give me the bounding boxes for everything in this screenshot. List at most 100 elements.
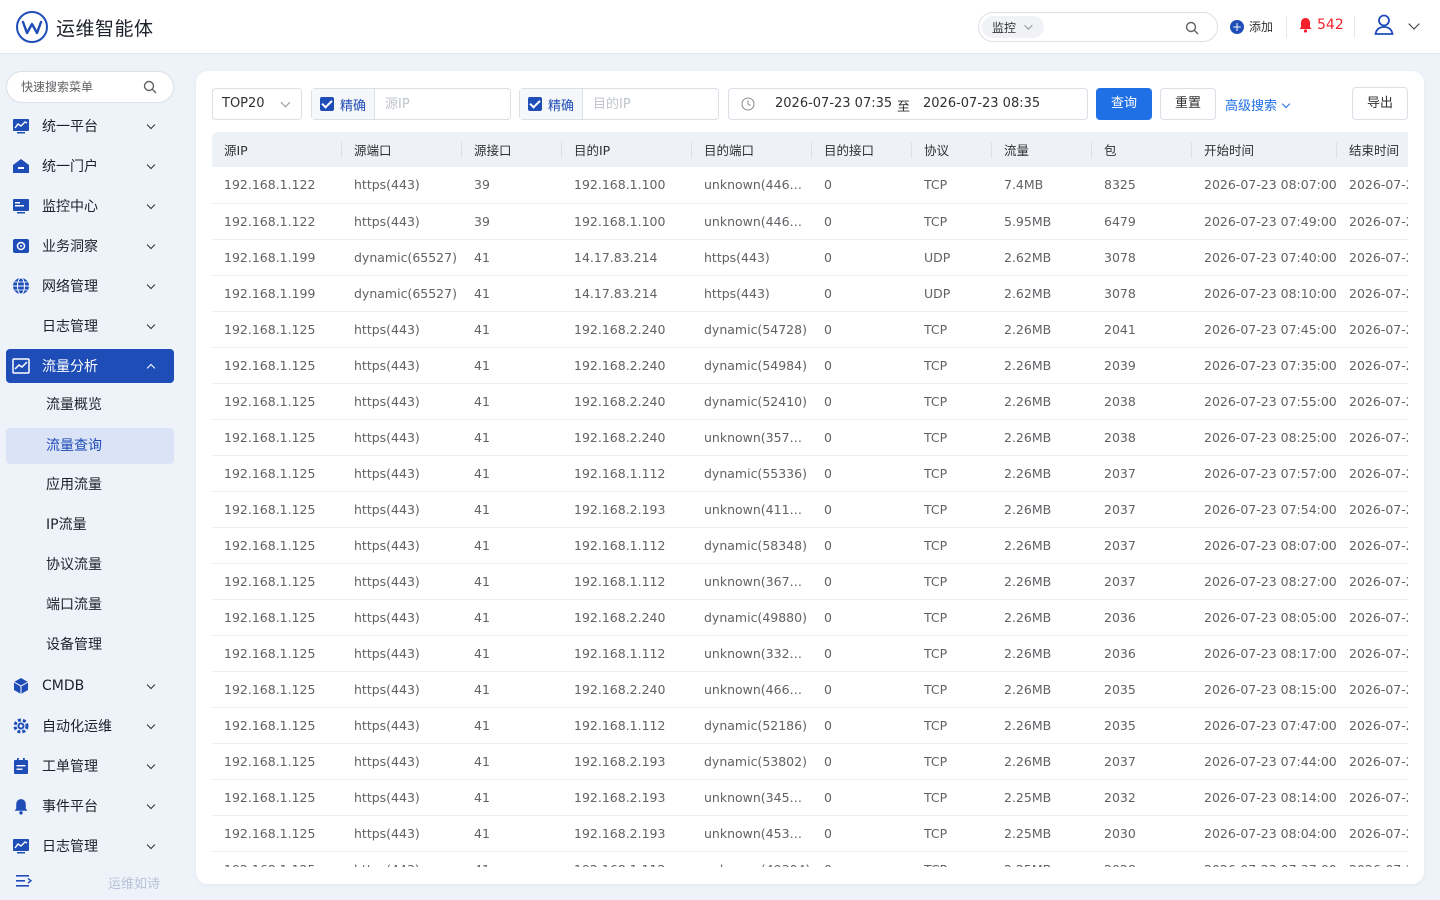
src-ip-input[interactable] — [375, 96, 496, 112]
query-button[interactable]: 查询 — [1096, 88, 1152, 120]
sidebar-item-network-management[interactable]: 网络管理 — [6, 269, 174, 303]
sidebar-subitem-protocol-traffic[interactable]: 协议流量 — [6, 547, 174, 583]
user-menu-chevron-icon[interactable] — [1408, 18, 1420, 30]
table-row[interactable]: 192.168.1.122 https(443) 39 192.168.1.100 un… — [212, 203, 1408, 239]
sidebar-item-log-management[interactable]: 日志管理 — [6, 309, 174, 343]
table-cell: 41 — [474, 825, 490, 841]
column-header[interactable]: 结束时间 — [1337, 132, 1408, 167]
table-row[interactable]: 192.168.1.125 https(443) 41 192.168.2.193 un… — [212, 779, 1408, 815]
global-search[interactable]: 监控 — [978, 12, 1218, 42]
table-row[interactable]: 192.168.1.125 https(443) 41 192.168.1.112 dy… — [212, 707, 1408, 743]
search-icon[interactable] — [1185, 21, 1199, 35]
table-cell: 41 — [474, 609, 490, 625]
table-row[interactable]: 192.168.1.122 https(443) 39 192.168.1.100 un… — [212, 167, 1408, 203]
table-cell: 192.168.2.193 — [574, 825, 666, 841]
top-header: 运维智能体 监控 + 添加 542 — [0, 0, 1440, 54]
table-row[interactable]: 192.168.1.125https(443)41192.168.1.112un… — [212, 563, 1408, 599]
sidebar-subitem-ip-traffic[interactable]: IP流量 — [6, 507, 174, 543]
flow-table-container[interactable]: 源IP 源端口 源接口 目的IP 目的端口 目的接口 协议 流量包开始时间 结束时间 192.1… — [212, 132, 1408, 867]
table-row[interactable]: 192.168.1.125 https(443) 41 192.168.2.240 dy… — [212, 599, 1408, 635]
sidebar-subitem-traffic-overview[interactable]: 流量概览 — [6, 387, 174, 423]
export-button[interactable]: 导出 — [1352, 87, 1408, 120]
search-scope-select[interactable]: 监控 — [982, 16, 1044, 38]
dst-ip-input[interactable] — [583, 96, 704, 112]
start-time[interactable]: 2026-07-23 07:35 — [775, 96, 892, 111]
advanced-search-toggle[interactable]: 高级搜索 — [1225, 95, 1291, 114]
table-cell: 192.168.2.193 — [574, 501, 666, 517]
sidebar-item-log-management-2[interactable]: 日志管理 — [6, 829, 174, 863]
sidebar-item-automation-ops[interactable]: 自动化运维 — [6, 709, 174, 743]
table-cell: 2037 — [1104, 501, 1136, 517]
column-header[interactable]: 源端口 — [342, 132, 462, 167]
table-row[interactable]: 192.168.1.125 https(443) 41 192.168.2.193 dy… — [212, 743, 1408, 779]
user-avatar-icon[interactable] — [1374, 14, 1394, 36]
table-cell: 8325 — [1104, 177, 1136, 193]
table-cell: 192.168.2.193 — [574, 753, 666, 769]
table-row[interactable]: 192.168.1.125 https(443) 41 192.168.2.240 dy… — [212, 311, 1408, 347]
table-cell: https(443) — [354, 177, 420, 193]
table-cell: 2026-07-2 — [1349, 789, 1408, 805]
sidebar-item-business-insight[interactable]: 业务洞察 — [6, 229, 174, 263]
menu-search-input[interactable]: 快速搜索菜单 — [6, 71, 174, 103]
column-header[interactable]: 流量 — [992, 132, 1092, 167]
src-exact-checkbox[interactable]: 精确 — [312, 89, 376, 119]
table-row[interactable]: 192.168.1.199 dynamic(65527) 41 14.17.83.21… — [212, 239, 1408, 275]
table-cell: 2026-07-23 08:27:00 — [1204, 573, 1337, 589]
table-cell: 192.168.1.125 — [224, 753, 316, 769]
column-header[interactable]: 目的IP — [562, 132, 692, 167]
table-cell: https(443) — [354, 825, 420, 841]
table-row[interactable]: 192.168.1.125 https(443) 41 192.168.2.240 dy… — [212, 383, 1408, 419]
column-header[interactable]: 目的端口 — [692, 132, 812, 167]
sidebar-item-cmdb[interactable]: CMDB — [6, 669, 174, 703]
column-header[interactable]: 源接口 — [462, 132, 562, 167]
alert-button[interactable]: 542 — [1298, 17, 1344, 33]
table-cell: 2.62MB — [1004, 249, 1052, 265]
sidebar-item-ticket-management[interactable]: 工单管理 — [6, 749, 174, 783]
column-header[interactable]: 源IP — [212, 132, 342, 167]
table-cell: dynamic(52186) — [704, 717, 807, 733]
column-header[interactable]: 包 — [1092, 132, 1192, 167]
table-row[interactable]: 192.168.1.125 https(443) 41 192.168.2.193 un… — [212, 815, 1408, 851]
column-header[interactable]: 目的接口 — [812, 132, 912, 167]
sidebar-subitem-traffic-query[interactable]: 流量查询 — [6, 428, 174, 464]
globe-icon — [12, 277, 30, 295]
sidebar-item-label: CMDB — [42, 678, 85, 694]
table-cell: 2.26MB — [1004, 429, 1052, 445]
sidebar-item-traffic-analysis[interactable]: 流量分析 — [6, 349, 174, 383]
chevron-down-icon — [146, 120, 156, 130]
table-row[interactable]: 192.168.1.125https(443)41192.168.1.112un… — [212, 851, 1408, 868]
reset-button[interactable]: 重置 — [1160, 88, 1216, 120]
column-header[interactable]: 开始时间 — [1192, 132, 1337, 167]
table-row[interactable]: 192.168.1.125 https(443) 41 192.168.2.240 un… — [212, 419, 1408, 455]
table-row[interactable]: 192.168.1.125https(443)41192.168.1.112un… — [212, 635, 1408, 671]
column-header[interactable]: 协议 — [912, 132, 992, 167]
search-icon[interactable] — [143, 80, 157, 94]
table-row[interactable]: 192.168.1.125 https(443) 41 192.168.1.112 dy… — [212, 455, 1408, 491]
sidebar-item-unified-portal[interactable]: 统一门户 — [6, 149, 174, 183]
table-cell: https(443) — [354, 465, 420, 481]
app-logo[interactable] — [16, 11, 48, 43]
sidebar-item-unified-platform[interactable]: 统一平台 — [6, 109, 174, 143]
table-cell: TCP — [924, 681, 948, 697]
date-range-picker[interactable]: 2026-07-23 07:35 至 2026-07-23 08:35 — [728, 88, 1088, 120]
table-cell: TCP — [924, 717, 948, 733]
sidebar-item-monitor-center[interactable]: 监控中心 — [6, 189, 174, 223]
table-row[interactable]: 192.168.1.125 https(443) 41 192.168.1.112 dy… — [212, 527, 1408, 563]
end-time[interactable]: 2026-07-23 08:35 — [923, 96, 1040, 111]
table-cell: 2036 — [1104, 609, 1136, 625]
table-row[interactable]: 192.168.1.199 dynamic(65527) 41 14.17.83.21… — [212, 275, 1408, 311]
sidebar-subitem-app-traffic[interactable]: 应用流量 — [6, 467, 174, 503]
table-cell: 2026-07-2 — [1349, 609, 1408, 625]
dst-exact-checkbox[interactable]: 精确 — [520, 89, 584, 119]
collapse-menu-icon[interactable] — [16, 874, 32, 888]
table-row[interactable]: 192.168.1.125 https(443) 41 192.168.2.193 un… — [212, 491, 1408, 527]
table-row[interactable]: 192.168.1.125 https(443) 41 192.168.2.240 un… — [212, 671, 1408, 707]
filter-bar: TOP20 精确 精确 2026-07-23 07:35 至 202 — [196, 71, 1424, 135]
sidebar-item-event-platform[interactable]: 事件平台 — [6, 789, 174, 823]
add-button[interactable]: + 添加 — [1230, 18, 1273, 35]
dst-ip-filter: 精确 — [519, 88, 719, 120]
top-n-select[interactable]: TOP20 — [212, 88, 302, 120]
sidebar-subitem-device-management[interactable]: 设备管理 — [6, 627, 174, 663]
table-row[interactable]: 192.168.1.125 https(443) 41 192.168.2.240 dy… — [212, 347, 1408, 383]
sidebar-subitem-port-traffic[interactable]: 端口流量 — [6, 587, 174, 623]
